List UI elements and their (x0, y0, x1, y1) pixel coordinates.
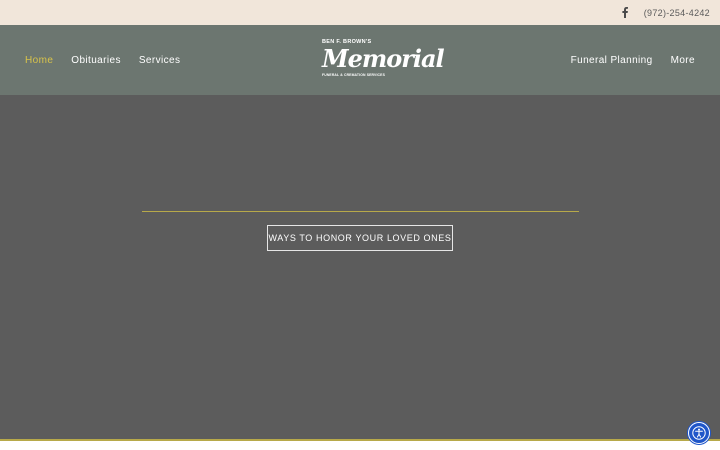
accessibility-button[interactable] (688, 422, 710, 444)
logo-sub-text: FUNERAL & CREMATION SERVICES (322, 73, 385, 77)
nav-funeral-planning[interactable]: Funeral Planning (571, 55, 653, 66)
site-logo[interactable]: BEN F. BROWN'S Memorial FUNERAL & CREMAT… (322, 39, 445, 85)
nav-services[interactable]: Services (139, 55, 181, 66)
hero-section: WAYS TO HONOR YOUR LOVED ONES (0, 95, 720, 440)
hero-bottom-border (0, 439, 720, 441)
nav-left-group: Home Obituaries Services (25, 25, 180, 95)
facebook-icon[interactable] (620, 7, 630, 19)
nav-home[interactable]: Home (25, 55, 53, 66)
accessibility-icon (692, 426, 706, 440)
logo-main-text: Memorial (322, 44, 445, 73)
main-navigation: Home Obituaries Services BEN F. BROWN'S … (0, 25, 720, 95)
nav-right-group: Funeral Planning More (571, 25, 695, 95)
hero-divider-line (142, 211, 579, 212)
phone-link[interactable]: (972)-254-4242 (644, 8, 710, 18)
nav-more[interactable]: More (671, 55, 695, 66)
top-bar: (972)-254-4242 (0, 0, 720, 25)
ways-to-honor-button[interactable]: WAYS TO HONOR YOUR LOVED ONES (267, 225, 453, 251)
nav-obituaries[interactable]: Obituaries (71, 55, 121, 66)
